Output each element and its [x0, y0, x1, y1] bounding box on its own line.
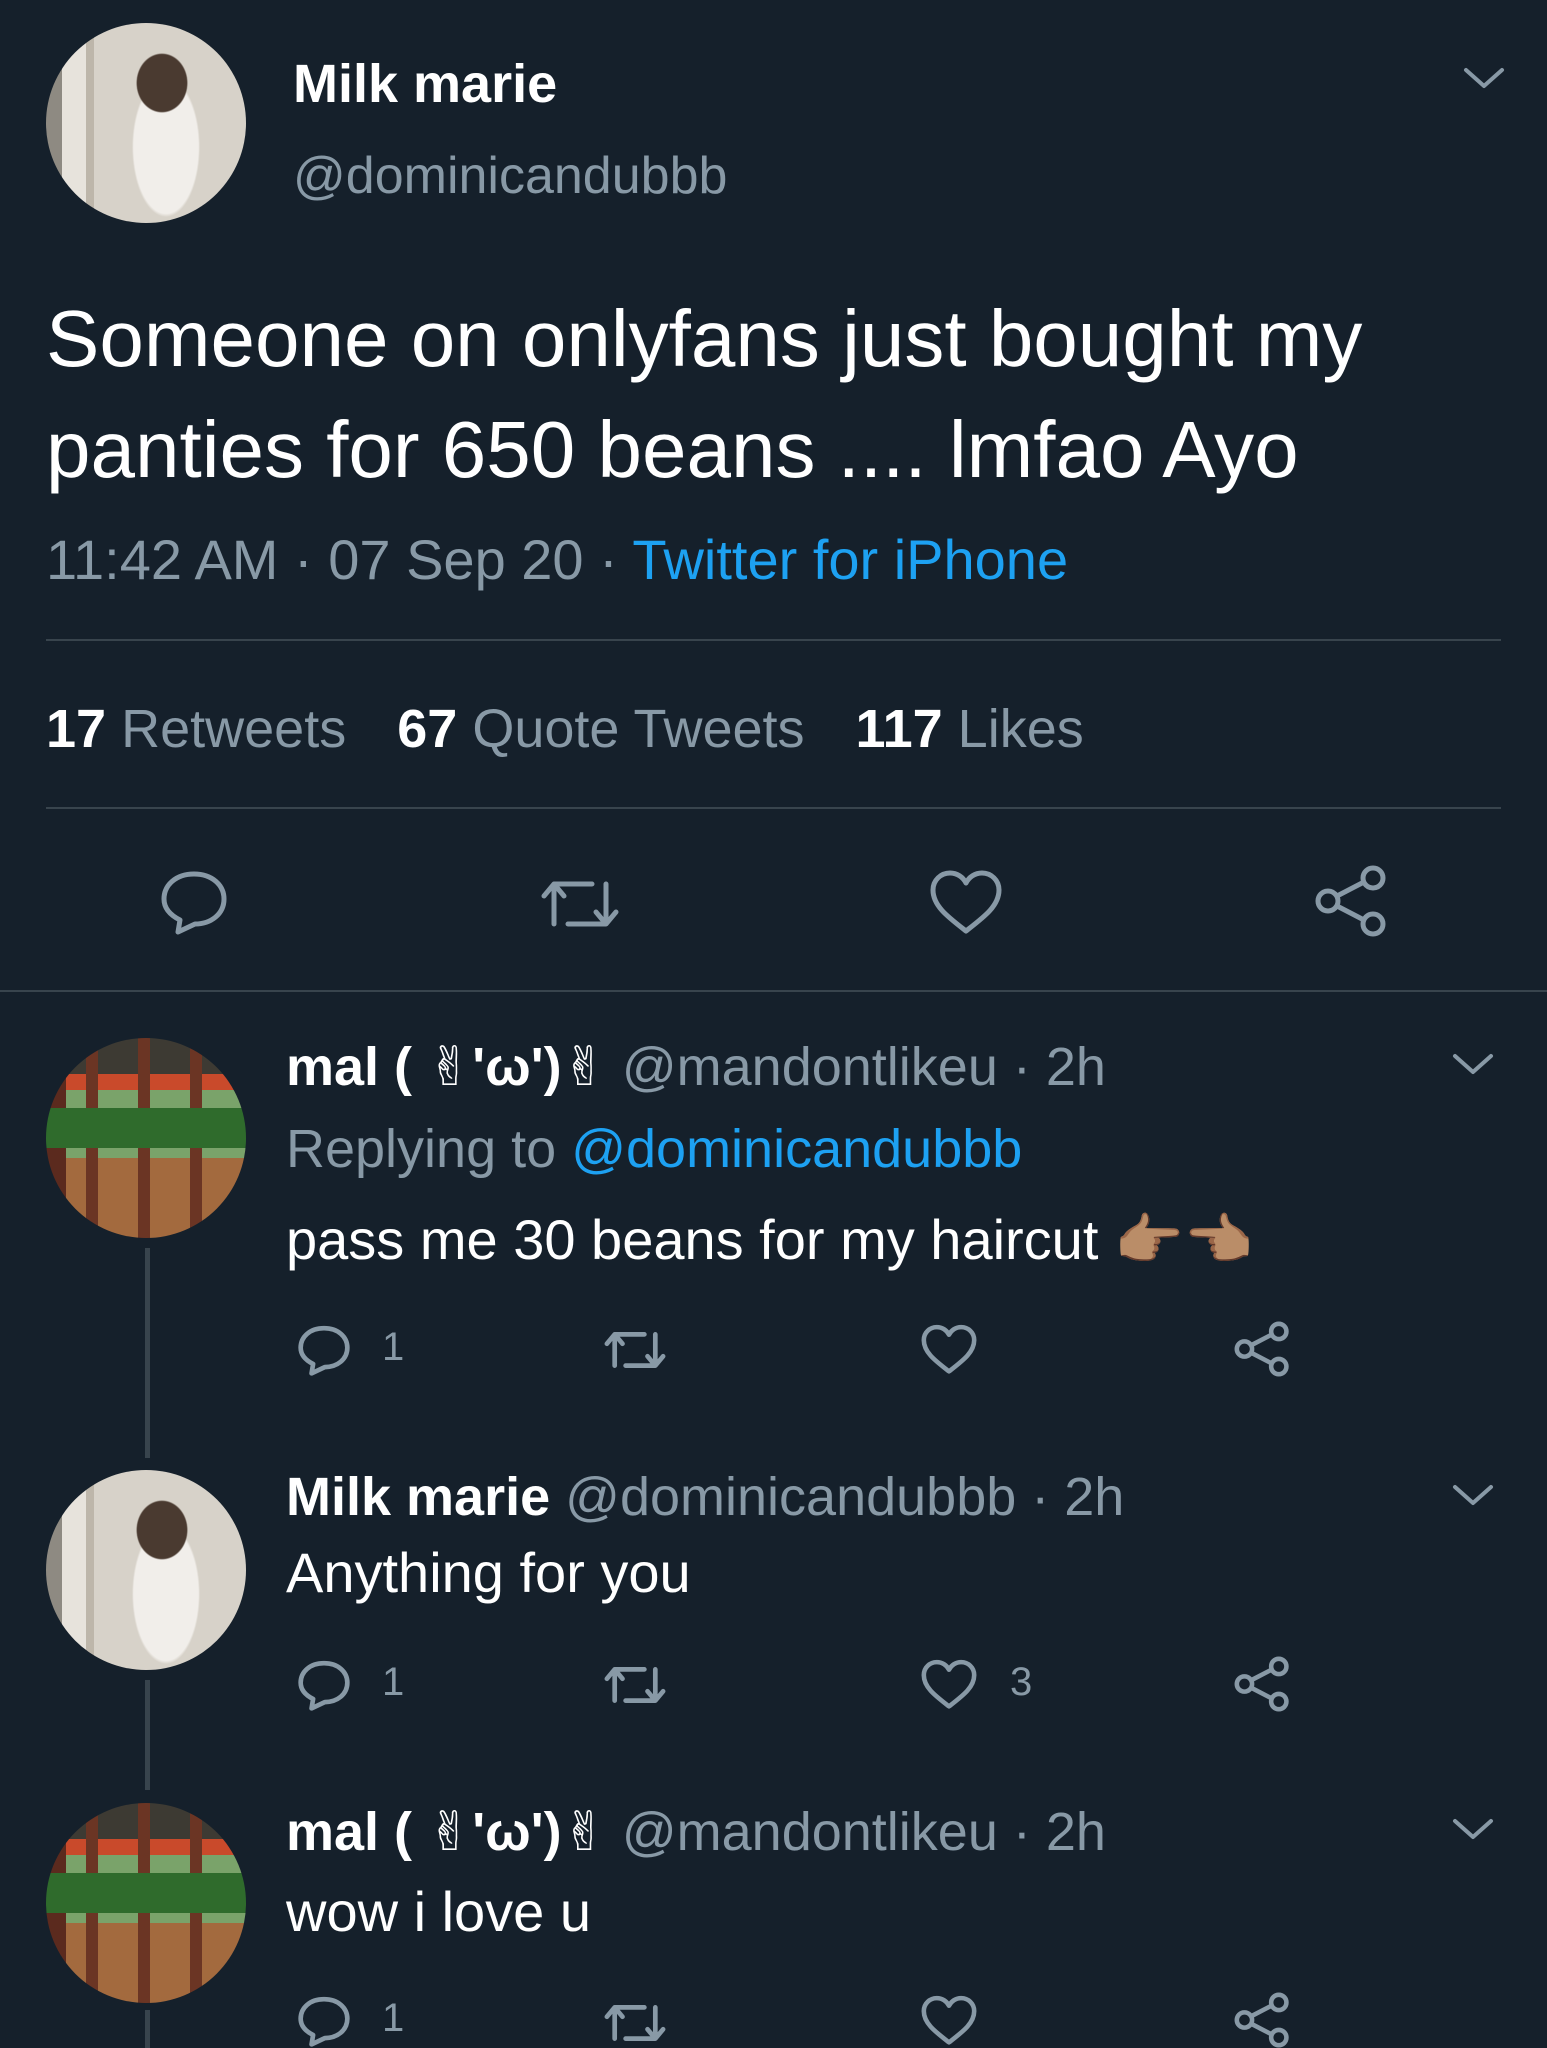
- like-icon[interactable]: [920, 1323, 978, 1377]
- quotes-label: Quote Tweets: [472, 699, 805, 759]
- reply-text: wow i love u: [286, 1880, 592, 1943]
- quotes-count: 67: [397, 699, 458, 759]
- display-name[interactable]: Milk marie: [286, 1467, 550, 1527]
- tweet-text-line-1: Someone on onlyfans just bought my: [46, 294, 1363, 383]
- meta-separator: ·: [294, 528, 313, 591]
- reply-icon[interactable]: [158, 868, 230, 936]
- thread-line: [145, 2010, 150, 2048]
- avatar[interactable]: [46, 1470, 246, 1670]
- divider: [46, 639, 1501, 641]
- tweet-text-line-2: panties for 650 beans .... lmfao Ayo: [46, 405, 1299, 494]
- timestamp: · 2h: [1012, 1802, 1106, 1862]
- share-icon[interactable]: [1233, 1656, 1291, 1712]
- display-name[interactable]: mal ( ✌︎'ω')✌︎: [286, 1037, 607, 1097]
- share-icon[interactable]: [1233, 1321, 1291, 1377]
- like-icon[interactable]: [920, 1658, 978, 1712]
- handle[interactable]: @mandontlikeu: [622, 1802, 998, 1862]
- tweet-stats: 17 Retweets 67 Quote Tweets 117 Likes: [46, 698, 1084, 760]
- retweet-icon[interactable]: [538, 872, 622, 936]
- replying-to: Replying to @dominicandubbb: [286, 1118, 1022, 1180]
- divider: [46, 807, 1501, 809]
- quotes-stat[interactable]: 67 Quote Tweets: [397, 699, 819, 759]
- replying-to-handle[interactable]: @dominicandubbb: [571, 1119, 1022, 1179]
- divider: [0, 990, 1547, 992]
- reply-header: mal ( ✌︎'ω')✌︎ @mandontlikeu · 2h: [286, 1800, 1106, 1863]
- chevron-down-icon[interactable]: [1451, 1050, 1495, 1078]
- like-icon[interactable]: [928, 869, 1004, 937]
- avatar[interactable]: [46, 23, 246, 223]
- chevron-down-icon[interactable]: [1451, 1481, 1495, 1509]
- tweet-date: 07 Sep 20: [328, 528, 584, 591]
- display-name[interactable]: Milk marie: [293, 53, 557, 115]
- replying-to-label: Replying to: [286, 1119, 557, 1179]
- retweets-count: 17: [46, 699, 107, 759]
- retweet-icon[interactable]: [602, 1660, 668, 1710]
- handle[interactable]: @dominicandubbb: [293, 146, 727, 206]
- reply-text: pass me 30 beans for my haircut 👉🏽👈🏽: [286, 1208, 1254, 1271]
- likes-stat[interactable]: 117 Likes: [856, 699, 1084, 759]
- timestamp: · 2h: [1031, 1467, 1125, 1527]
- handle[interactable]: @dominicandubbb: [565, 1467, 1016, 1527]
- avatar[interactable]: [46, 1038, 246, 1238]
- reply-header: Milk marie @dominicandubbb · 2h: [286, 1466, 1124, 1528]
- share-icon[interactable]: [1313, 865, 1389, 937]
- share-icon[interactable]: [1233, 1992, 1291, 2048]
- retweets-label: Retweets: [121, 699, 347, 759]
- display-name[interactable]: mal ( ✌︎'ω')✌︎: [286, 1802, 607, 1862]
- like-icon[interactable]: [920, 1994, 978, 2048]
- tweet-meta: 11:42 AM · 07 Sep 20 · Twitter for iPhon…: [46, 527, 1068, 592]
- reply-count: 1: [382, 1325, 405, 1369]
- likes-label: Likes: [957, 699, 1084, 759]
- thread-line: [145, 1680, 150, 1790]
- tweet-source-link[interactable]: Twitter for iPhone: [632, 528, 1068, 591]
- reply-count: 1: [382, 1996, 405, 2040]
- thread-line: [145, 1248, 150, 1458]
- handle[interactable]: @mandontlikeu: [622, 1037, 998, 1097]
- like-count: 3: [1010, 1660, 1033, 1704]
- reply-icon[interactable]: [296, 1658, 352, 1712]
- reply-count: 1: [382, 1660, 405, 1704]
- meta-separator: ·: [599, 528, 618, 591]
- likes-count: 117: [855, 699, 943, 759]
- retweets-stat[interactable]: 17 Retweets: [46, 699, 361, 759]
- retweet-icon[interactable]: [602, 1998, 668, 2048]
- reply-icon[interactable]: [296, 1323, 352, 1377]
- chevron-down-icon[interactable]: [1462, 64, 1506, 92]
- timestamp: · 2h: [1012, 1037, 1106, 1097]
- reply-icon[interactable]: [296, 1994, 352, 2048]
- avatar[interactable]: [46, 1803, 246, 2003]
- reply-header: mal ( ✌︎'ω')✌︎ @mandontlikeu · 2h: [286, 1035, 1106, 1098]
- reply-text: Anything for you: [286, 1541, 691, 1604]
- tweet-time: 11:42 AM: [46, 528, 279, 591]
- chevron-down-icon[interactable]: [1451, 1815, 1495, 1843]
- retweet-icon[interactable]: [602, 1325, 668, 1375]
